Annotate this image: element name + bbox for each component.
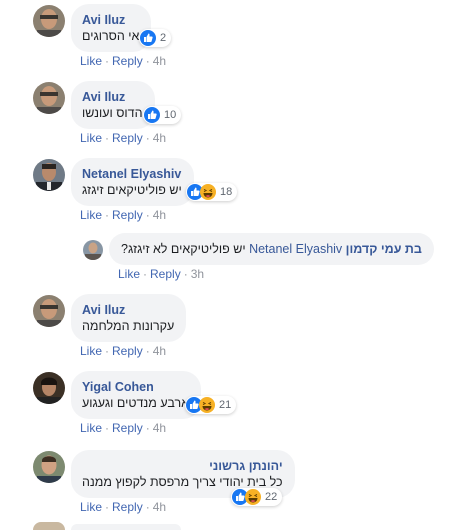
reaction-count: 18 bbox=[220, 186, 233, 198]
comment-bubble: בת עמי קדמון Netanel Elyashiv יש פוליטיק… bbox=[109, 233, 434, 265]
comment-actions: Like · Reply · 3h bbox=[118, 267, 204, 281]
comment-actions: Like · Reply · 4h bbox=[80, 54, 166, 68]
comment-actions: Like · Reply · 4h bbox=[80, 208, 166, 222]
comment-author[interactable]: Avi Iluz bbox=[82, 89, 143, 105]
haha-reaction-icon bbox=[245, 489, 261, 505]
like-button[interactable]: Like bbox=[80, 54, 102, 68]
avatar[interactable] bbox=[33, 451, 65, 483]
like-button[interactable]: Like bbox=[80, 208, 102, 222]
separator: · bbox=[145, 500, 150, 514]
avatar[interactable] bbox=[33, 295, 65, 327]
avatar[interactable] bbox=[33, 372, 65, 404]
separator: · bbox=[105, 54, 110, 68]
comment-author[interactable]: Avi Iluz bbox=[82, 12, 139, 28]
reaction-summary[interactable]: 18 bbox=[186, 183, 238, 201]
comment-text: יש פוליטיקאים זיגזג bbox=[82, 183, 182, 197]
timestamp[interactable]: 3h bbox=[191, 267, 204, 281]
avatar[interactable] bbox=[33, 159, 65, 191]
comment-author[interactable]: יהונתן גרשוני bbox=[82, 458, 283, 474]
separator: · bbox=[145, 54, 150, 68]
comment-bubble: Yigal Cohen ארבע מנדטים וגעגוע bbox=[71, 371, 201, 419]
comment-text: אי הסרוגים bbox=[82, 29, 140, 43]
comment-author[interactable]: בת עמי קדמון bbox=[346, 242, 422, 256]
comment-text: יש פוליטיקאים לא זיגזג? bbox=[121, 242, 246, 256]
reaction-summary[interactable]: 22 bbox=[231, 488, 283, 506]
like-button[interactable]: Like bbox=[80, 344, 102, 358]
comment-text: הדוס ועונשו bbox=[82, 106, 143, 120]
timestamp[interactable]: 4h bbox=[153, 421, 166, 435]
comment-author[interactable]: Avi Iluz bbox=[82, 302, 174, 318]
separator: · bbox=[105, 208, 110, 222]
like-button[interactable]: Like bbox=[118, 267, 140, 281]
haha-reaction-icon bbox=[199, 397, 215, 413]
like-button[interactable]: Like bbox=[80, 500, 102, 514]
separator: · bbox=[105, 344, 110, 358]
reply-comment: בת עמי קדמון Netanel Elyashiv יש פוליטיק… bbox=[0, 231, 459, 283]
like-reaction-icon bbox=[144, 107, 160, 123]
reply-button[interactable]: Reply bbox=[112, 500, 143, 514]
timestamp[interactable]: 4h bbox=[153, 344, 166, 358]
timestamp[interactable]: 4h bbox=[153, 131, 166, 145]
comment-bubble: Avi Iluz הדוס ועונשו bbox=[71, 81, 155, 129]
comment: Netanel Elyashiv יש פוליטיקאים זיגזג 18 … bbox=[0, 154, 459, 226]
avatar[interactable] bbox=[33, 522, 65, 530]
haha-reaction-icon bbox=[200, 184, 216, 200]
reaction-summary[interactable]: 21 bbox=[185, 396, 237, 414]
like-button[interactable]: Like bbox=[80, 421, 102, 435]
comment-actions: Like · Reply · 4h bbox=[80, 131, 166, 145]
comment-bubble: Netanel Elyashiv יש פוליטיקאים זיגזג bbox=[71, 158, 194, 206]
comment-author[interactable]: Yigal Cohen bbox=[82, 379, 189, 395]
reaction-count: 10 bbox=[164, 109, 177, 121]
separator: · bbox=[105, 131, 110, 145]
separator: · bbox=[145, 208, 150, 222]
reaction-count: 21 bbox=[219, 399, 232, 411]
comment: Avi Iluz הדוס ועונשו 10 Like · Reply · 4h bbox=[0, 77, 459, 149]
separator: · bbox=[145, 344, 150, 358]
like-reaction-icon bbox=[140, 30, 156, 46]
reply-text-line: בת עמי קדמון Netanel Elyashiv יש פוליטיק… bbox=[121, 242, 422, 256]
mentioned-user[interactable]: Netanel Elyashiv bbox=[249, 242, 342, 256]
avatar[interactable] bbox=[83, 240, 103, 260]
reply-button[interactable]: Reply bbox=[112, 344, 143, 358]
timestamp[interactable]: 4h bbox=[153, 208, 166, 222]
comment-bubble: Avi Iluz עקרונות המלחמה bbox=[71, 294, 187, 342]
reply-button[interactable]: Reply bbox=[112, 131, 143, 145]
reply-button[interactable]: Reply bbox=[112, 208, 143, 222]
like-button[interactable]: Like bbox=[80, 131, 102, 145]
separator: · bbox=[183, 267, 188, 281]
reply-button[interactable]: Reply bbox=[150, 267, 181, 281]
comment-actions: Like · Reply · 4h bbox=[80, 500, 166, 514]
separator: · bbox=[145, 131, 150, 145]
avatar[interactable] bbox=[33, 82, 65, 114]
timestamp[interactable]: 4h bbox=[153, 54, 166, 68]
reply-button[interactable]: Reply bbox=[112, 421, 143, 435]
reaction-count: 22 bbox=[265, 491, 278, 503]
comment: יהונתן גרשוני כל בית יהודי צריך מרפסת לק… bbox=[0, 446, 459, 518]
reaction-summary[interactable]: 2 bbox=[139, 29, 172, 47]
comment-author[interactable]: Netanel Elyashiv bbox=[82, 166, 182, 182]
timestamp[interactable]: 4h bbox=[153, 500, 166, 514]
avatar[interactable] bbox=[33, 5, 65, 37]
reaction-count: 2 bbox=[160, 32, 167, 44]
reply-button[interactable]: Reply bbox=[112, 54, 143, 68]
separator: · bbox=[105, 421, 110, 435]
comment-text: עקרונות המלחמה bbox=[82, 319, 175, 333]
comment-actions: Like · Reply · 4h bbox=[80, 421, 166, 435]
comment: Avi Iluz עקרונות המלחמה Like · Reply · 4h bbox=[0, 290, 459, 362]
comment-actions: Like · Reply · 4h bbox=[80, 344, 166, 358]
comment-bubble bbox=[71, 524, 181, 530]
separator: · bbox=[143, 267, 148, 281]
separator: · bbox=[145, 421, 150, 435]
separator: · bbox=[105, 500, 110, 514]
comment-text: ארבע מנדטים וגעגוע bbox=[82, 396, 189, 410]
reaction-summary[interactable]: 10 bbox=[143, 106, 182, 124]
comment: Yigal Cohen ארבע מנדטים וגעגוע 21 Like · R… bbox=[0, 367, 459, 439]
comment: Avi Iluz אי הסרוגים 2 Like · Reply · 4h bbox=[0, 0, 459, 72]
